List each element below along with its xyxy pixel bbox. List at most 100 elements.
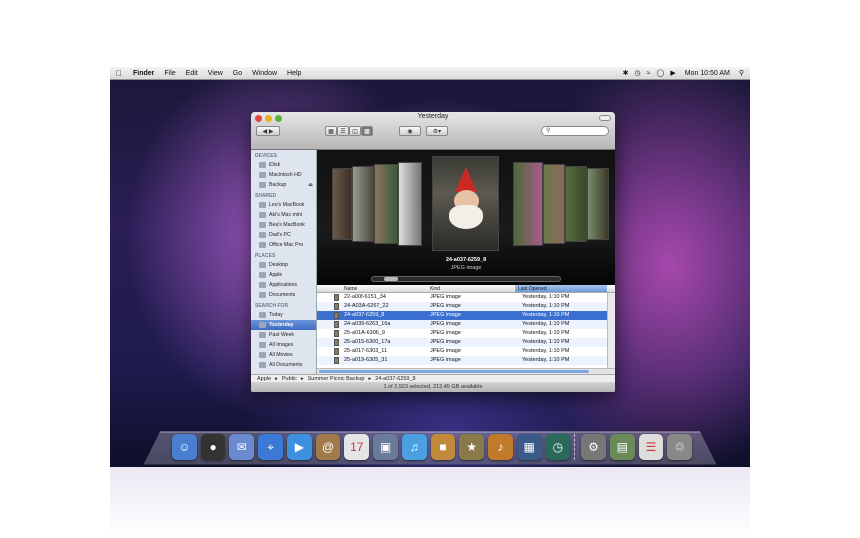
bluetooth-icon[interactable]: ✱: [623, 69, 629, 77]
cover-thumbnail[interactable]: [398, 162, 422, 246]
safari-icon[interactable]: ⌖: [258, 434, 283, 460]
sidebar-item-today[interactable]: Today: [251, 310, 316, 320]
menu-clock[interactable]: Mon 10:50 AM: [682, 70, 733, 77]
sidebar-item-idisk[interactable]: iDisk: [251, 160, 316, 170]
jpeg-file-icon: [334, 294, 339, 301]
wifi-icon[interactable]: ≈: [647, 70, 651, 77]
sidebar-item-yesterday[interactable]: Yesterday: [251, 320, 316, 330]
apple-menu-icon[interactable]: : [110, 69, 128, 78]
table-row[interactable]: 22-a00f-6151_34 JPEG image Yesterday, 1:10…: [317, 293, 607, 302]
table-row[interactable]: 24-A03A-6267_22 JPEG image Yesterday, 1:10…: [317, 302, 607, 311]
search-input[interactable]: ⚲: [541, 126, 609, 136]
sidebar-item-past-week[interactable]: Past Week: [251, 330, 316, 340]
menu-file[interactable]: File: [159, 67, 180, 80]
sidebar-item-office-mac-pro[interactable]: Office Mac Pro: [251, 240, 316, 250]
table-row[interactable]: 25-a01A-6306_9 JPEG image Yesterday, 1:10 …: [317, 329, 607, 338]
coverflow-scroll-thumb[interactable]: [384, 277, 398, 281]
dashboard-icon[interactable]: ●: [200, 434, 226, 460]
cover-thumbnail[interactable]: [374, 164, 398, 244]
column-header-name[interactable]: Name: [344, 286, 357, 292]
ichat-icon[interactable]: ▶: [286, 434, 312, 460]
eject-icon[interactable]: ⏏: [308, 182, 313, 188]
preview-icon[interactable]: ▣: [373, 434, 398, 460]
systempreferences-icon[interactable]: ⚙: [581, 434, 606, 460]
table-row[interactable]: 24-a039-6263_16a JPEG image Yesterday, 1:1…: [317, 320, 607, 329]
column-header-kind[interactable]: Kind: [430, 286, 440, 292]
sidebar-section-header[interactable]: DEVICES: [251, 150, 316, 160]
mail-icon[interactable]: ✉: [229, 434, 255, 460]
timemachine-menu-icon[interactable]: ◷: [635, 69, 641, 77]
sidebar-item-applications[interactable]: Applications: [251, 280, 316, 290]
coverflow-view-button[interactable]: ▩: [361, 126, 373, 136]
finder-icon[interactable]: ☺: [172, 434, 197, 460]
imovie-icon[interactable]: ★: [459, 434, 485, 460]
horizontal-scroll-thumb[interactable]: [319, 370, 589, 373]
table-row[interactable]: 24-a037-6259_8 JPEG image Yesterday, 1:10 …: [317, 311, 607, 320]
spotlight-icon[interactable]: ⚲: [739, 69, 744, 77]
window-titlebar[interactable]: Yesterday ◀ ▶ ▦ ☰ ◫ ▩ ◉ ⚙▾ ⚲: [251, 112, 615, 150]
itunes-icon[interactable]: ♫: [401, 434, 427, 460]
path-item[interactable]: Public: [282, 376, 297, 382]
coverflow-scrollbar[interactable]: [371, 276, 561, 282]
path-item[interactable]: 24-a037-6259_8: [375, 376, 415, 382]
menu-finder[interactable]: Finder: [128, 67, 159, 80]
spaces-icon[interactable]: ▦: [516, 434, 542, 460]
cover-thumbnail[interactable]: [565, 166, 587, 242]
sidebar-item-macintosh-hd[interactable]: Macintosh HD: [251, 170, 316, 180]
garageband-icon[interactable]: ♪: [488, 434, 513, 460]
addressbook-icon[interactable]: @: [315, 434, 341, 460]
sidebar-item-bea-s-macbook[interactable]: Bea's MacBook: [251, 220, 316, 230]
icon-view-button[interactable]: ▦: [325, 126, 337, 136]
list-view-button[interactable]: ☰: [337, 126, 349, 136]
cover-thumbnail[interactable]: [513, 162, 543, 246]
menu-edit[interactable]: Edit: [181, 67, 203, 80]
path-item[interactable]: Summer Picnic Backup: [308, 376, 365, 382]
cover-thumbnail[interactable]: [352, 166, 374, 242]
sidebar-item-apple[interactable]: Apple: [251, 270, 316, 280]
sidebar-section-header[interactable]: PLACES: [251, 250, 316, 260]
menu-view[interactable]: View: [203, 67, 228, 80]
back-icon[interactable]: ◀: [263, 128, 268, 135]
sidebar-item-desktop[interactable]: Desktop: [251, 260, 316, 270]
iphoto-icon[interactable]: ■: [430, 434, 456, 460]
forward-icon[interactable]: ▶: [269, 128, 274, 135]
cover-thumbnail[interactable]: [543, 164, 565, 244]
path-separator-icon: ▸: [275, 375, 278, 382]
cover-thumbnail[interactable]: [587, 168, 609, 240]
ichat-status-icon[interactable]: ◯: [656, 69, 664, 77]
selected-cover-image[interactable]: [432, 156, 499, 251]
cover-thumbnail[interactable]: [332, 168, 352, 240]
list-vertical-scrollbar[interactable]: [607, 293, 615, 368]
sidebar-item-leo-s-macbook[interactable]: Leo's MacBook: [251, 200, 316, 210]
ical-icon[interactable]: 17: [344, 434, 370, 460]
path-separator-icon: ▸: [300, 375, 304, 382]
action-button[interactable]: ⚙▾: [426, 126, 448, 136]
sidebar-item-aki-s-mac-mini[interactable]: Aki's Mac mini: [251, 210, 316, 220]
sidebar-section-header[interactable]: SEARCH FOR: [251, 300, 316, 310]
menu-go[interactable]: Go: [228, 67, 247, 80]
sidebar-item-backup[interactable]: Backup ⏏: [251, 180, 316, 190]
back-forward-buttons[interactable]: ◀ ▶: [256, 126, 280, 136]
timemachine-icon[interactable]: ◷: [545, 434, 571, 460]
table-row[interactable]: 25-a017-6303_11 JPEG image Yesterday, 1:10…: [317, 347, 607, 356]
photos-stack-icon[interactable]: ▤: [609, 434, 635, 460]
sidebar-item-all-movies[interactable]: All Movies: [251, 350, 316, 360]
sidebar-item-all-documents[interactable]: All Documents: [251, 360, 316, 370]
menu-window[interactable]: Window: [247, 67, 282, 80]
documents-stack-icon[interactable]: ☰: [638, 434, 664, 460]
sidebar-item-dad-s-pc[interactable]: Dad's PC: [251, 230, 316, 240]
path-item[interactable]: Apple: [257, 376, 271, 382]
toolbar-toggle-button[interactable]: [599, 115, 611, 121]
table-row[interactable]: 25-a019-6305_31 JPEG image Yesterday, 1:10…: [317, 356, 607, 365]
sidebar-section-header[interactable]: SHARED: [251, 190, 316, 200]
coverflow-view[interactable]: 24-a037-6259_8 JPEG image: [317, 150, 615, 285]
menu-help[interactable]: Help: [282, 67, 306, 80]
table-row[interactable]: 25-a015-6300_17a JPEG image Yesterday, 1:1…: [317, 338, 607, 347]
trash-icon[interactable]: ♲: [667, 434, 693, 460]
sidebar-item-documents[interactable]: Documents: [251, 290, 316, 300]
column-view-button[interactable]: ◫: [349, 126, 361, 136]
volume-icon[interactable]: ▶: [670, 69, 675, 77]
sidebar-item-all-images[interactable]: All Images: [251, 340, 316, 350]
column-header-last-opened[interactable]: Last Opened: [515, 285, 607, 292]
quicklook-button[interactable]: ◉: [399, 126, 421, 136]
